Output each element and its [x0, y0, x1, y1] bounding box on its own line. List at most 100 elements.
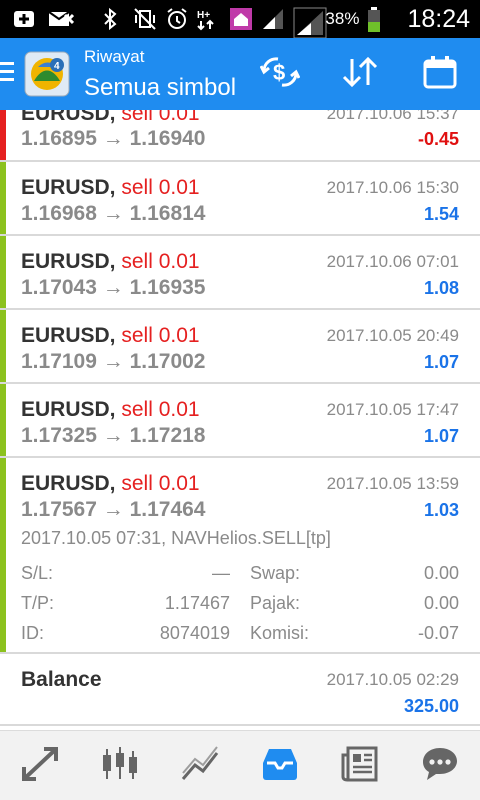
- trade-date: 2017.10.06 15:37: [326, 110, 459, 123]
- swap-label: Swap:: [250, 563, 301, 583]
- loss-indicator: [0, 110, 6, 160]
- id-label: ID:: [21, 623, 45, 643]
- trade-side: sell 0.01: [121, 398, 200, 421]
- trade-row-expanded[interactable]: EURUSD, sell 0.01 2017.10.05 13:59 1.175…: [0, 458, 480, 654]
- tp-label: T/P:: [21, 593, 55, 613]
- trade-symbol: EURUSD,: [21, 398, 116, 421]
- trade-comment: 2017.10.05 07:31, NAVHelios.SELL[tp]: [21, 528, 331, 548]
- status-bar: H+ 38% 18:24: [0, 0, 480, 39]
- trade-symbol: EURUSD,: [21, 176, 116, 199]
- trade-profit: 1.07: [423, 426, 459, 446]
- trade-side: sell 0.01: [121, 472, 200, 495]
- vibrate-icon: [133, 7, 157, 31]
- trade-details: 2017.10.05 07:31, NAVHelios.SELL[tp] S/L…: [21, 528, 459, 648]
- battery-icon: [367, 7, 391, 32]
- trade-row[interactable]: EURUSD, sell 0.01 2017.10.05 20:49 1.171…: [0, 310, 480, 384]
- trade-symbol: EURUSD,: [21, 324, 116, 347]
- win-indicator: [0, 236, 6, 308]
- commission-value: -0.07: [417, 623, 459, 643]
- notification-add-icon: [12, 7, 36, 31]
- nav-quotes[interactable]: [0, 731, 80, 800]
- trade-profit: -0.45: [417, 129, 459, 149]
- bluetooth-icon: [101, 7, 125, 31]
- commission-label: Komisi:: [250, 623, 310, 643]
- trade-symbol: EURUSD,: [21, 472, 116, 495]
- trade-side: sell 0.01: [121, 324, 200, 347]
- trade-side: sell 0.01: [121, 110, 200, 125]
- win-indicator: [0, 310, 6, 382]
- win-indicator: [0, 162, 6, 234]
- trade-prices: 1.16895 → 1.16940: [21, 127, 206, 150]
- app-bar-title[interactable]: Semua simbol: [84, 74, 236, 102]
- chart-icon: [100, 745, 140, 788]
- trade-date: 2017.10.05 17:47: [326, 400, 459, 419]
- trade-date: 2017.10.05 20:49: [326, 326, 459, 345]
- home-app-icon: [229, 7, 253, 31]
- network-label: H+: [197, 10, 210, 21]
- app-bar-subtitle: Riwayat: [84, 47, 145, 66]
- nav-trade[interactable]: [160, 731, 240, 800]
- trade-prices: 1.17109 → 1.17002: [21, 350, 206, 373]
- history-icon: [260, 745, 300, 788]
- nav-chat[interactable]: [400, 731, 480, 800]
- tp-value: 1.17467: [164, 593, 230, 613]
- trade-side: sell 0.01: [121, 176, 200, 199]
- trade-prices: 1.16968 → 1.16814: [21, 202, 206, 225]
- trade-profit: 1.08: [423, 278, 459, 298]
- trade-row[interactable]: EURUSD, sell 0.01 2017.10.06 07:01 1.170…: [0, 236, 480, 310]
- trade-date: 2017.10.05 13:59: [326, 474, 459, 493]
- nav-history[interactable]: [240, 731, 320, 800]
- chat-icon: [420, 745, 460, 788]
- sort-button[interactable]: [320, 38, 400, 110]
- trade-row[interactable]: EURUSD, sell 0.01 2017.10.06 15:37 1.168…: [0, 110, 480, 162]
- metatrader-logo-icon[interactable]: 4: [24, 51, 70, 97]
- alarm-icon: [165, 7, 189, 31]
- trade-icon: [180, 745, 220, 788]
- sort-icon: [340, 55, 380, 94]
- id-value: 8074019: [159, 623, 230, 643]
- quotes-icon: [20, 745, 60, 788]
- nav-chart[interactable]: [80, 731, 160, 800]
- sl-value: —: [212, 563, 230, 583]
- currency-exchange-button[interactable]: $: [240, 38, 320, 110]
- network-hplus-icon: H+: [197, 7, 221, 31]
- trade-date: 2017.10.06 15:30: [326, 178, 459, 197]
- nav-news[interactable]: [320, 731, 400, 800]
- calendar-button[interactable]: [400, 38, 480, 110]
- trade-profit: 1.54: [423, 204, 459, 224]
- menu-icon[interactable]: [0, 62, 14, 86]
- signal-icon: [261, 7, 285, 31]
- clock: 18:24: [407, 4, 470, 33]
- battery-percent: 38%: [325, 9, 360, 28]
- balance-date: 2017.10.05 02:29: [326, 670, 459, 689]
- tax-value: 0.00: [423, 593, 459, 613]
- trade-prices: 1.17567 → 1.17464: [21, 498, 206, 521]
- app-bar: 4 Riwayat Semua simbol $: [0, 38, 480, 110]
- swap-value: 0.00: [423, 563, 459, 583]
- trade-side: sell 0.01: [121, 250, 200, 273]
- tax-label: Pajak:: [250, 593, 301, 613]
- win-indicator: [0, 458, 6, 652]
- trade-prices: 1.17043 → 1.16935: [21, 276, 206, 299]
- balance-label: Balance: [21, 668, 102, 691]
- calendar-icon: [422, 54, 458, 95]
- signal-2-icon: [293, 7, 327, 39]
- win-indicator: [0, 384, 6, 456]
- trade-profit: 1.03: [423, 500, 459, 520]
- bottom-nav: [0, 730, 480, 800]
- trade-row[interactable]: EURUSD, sell 0.01 2017.10.05 17:47 1.173…: [0, 384, 480, 458]
- balance-row[interactable]: Balance 2017.10.05 02:29 325.00: [0, 654, 480, 726]
- svg-text:4: 4: [54, 61, 60, 72]
- trade-date: 2017.10.06 07:01: [326, 252, 459, 271]
- currency-exchange-icon: $: [259, 55, 301, 94]
- svg-text:$: $: [273, 60, 285, 85]
- news-icon: [340, 745, 380, 788]
- trade-row[interactable]: EURUSD, sell 0.01 2017.10.06 15:30 1.169…: [0, 162, 480, 236]
- balance-value: 325.00: [403, 696, 459, 716]
- trade-profit: 1.07: [423, 352, 459, 372]
- mail-off-icon: [48, 7, 75, 31]
- history-list[interactable]: EURUSD, sell 0.01 2017.10.06 15:37 1.168…: [0, 110, 480, 730]
- trade-symbol: EURUSD,: [21, 250, 116, 273]
- sl-label: S/L:: [21, 563, 54, 583]
- trade-prices: 1.17325 → 1.17218: [21, 424, 206, 447]
